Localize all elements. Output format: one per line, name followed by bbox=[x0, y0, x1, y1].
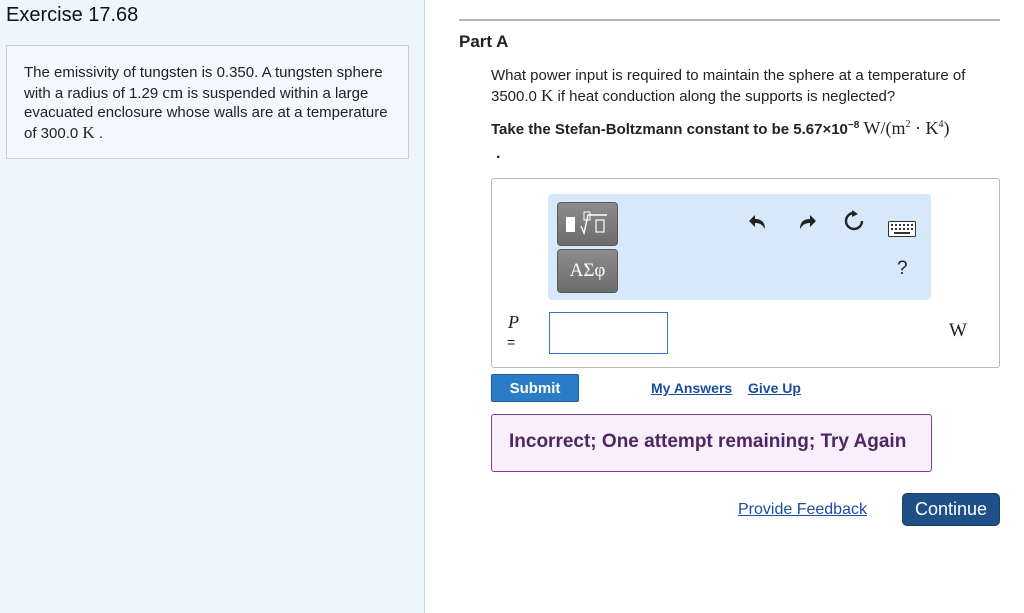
section-divider bbox=[459, 19, 1000, 21]
question-text: What power input is required to maintain… bbox=[491, 66, 1006, 107]
question-unit: K bbox=[541, 86, 554, 105]
equals-sign: = bbox=[507, 334, 516, 350]
answer-box: ΑΣφ ? P = W bbox=[491, 178, 1000, 368]
answer-variable: P bbox=[508, 312, 519, 332]
math-toolbar: ΑΣφ ? bbox=[548, 194, 931, 300]
constant-unit-c: ) bbox=[943, 118, 950, 138]
problem-statement: The emissivity of tungsten is 0.350. A t… bbox=[6, 45, 409, 159]
my-answers-link[interactable]: My Answers bbox=[651, 380, 732, 396]
template-button[interactable] bbox=[557, 202, 618, 246]
give-up-link[interactable]: Give Up bbox=[748, 380, 801, 396]
constant-unit-b: · K bbox=[910, 118, 939, 138]
help-button[interactable]: ? bbox=[897, 258, 908, 280]
answer-unit: W bbox=[949, 320, 967, 341]
undo-icon[interactable] bbox=[748, 212, 768, 236]
submit-button[interactable]: Submit bbox=[491, 374, 579, 402]
reset-icon[interactable] bbox=[843, 210, 865, 236]
templates-icon bbox=[565, 211, 607, 236]
question-text-2: if heat conduction along the supports is… bbox=[553, 88, 896, 105]
left-pane: Exercise 17.68 The emissivity of tungste… bbox=[0, 0, 425, 613]
exercise-title: Exercise 17.68 bbox=[6, 4, 139, 26]
constant-text: Take the Stefan-Boltzmann constant to be… bbox=[491, 118, 1011, 139]
problem-text-3: . bbox=[94, 124, 104, 142]
redo-icon[interactable] bbox=[797, 212, 817, 236]
keyboard-icon[interactable] bbox=[888, 219, 916, 241]
provide-feedback-link[interactable]: Provide Feedback bbox=[738, 501, 867, 519]
continue-button[interactable]: Continue bbox=[902, 493, 1000, 526]
feedback-message: Incorrect; One attempt remaining; Try Ag… bbox=[491, 414, 932, 472]
constant-unit-a: W/(m bbox=[859, 118, 906, 138]
greek-symbols-button[interactable]: ΑΣφ bbox=[557, 249, 618, 293]
unit-k: K bbox=[82, 122, 95, 142]
constant-exponent: −8 bbox=[847, 120, 860, 131]
answer-input[interactable] bbox=[549, 312, 668, 354]
part-title: Part A bbox=[459, 32, 509, 51]
trailing-dot: . bbox=[496, 145, 501, 162]
constant-label: Take the Stefan-Boltzmann constant to be… bbox=[491, 121, 848, 138]
constant-unit: W/(m2 · K4) bbox=[859, 118, 949, 138]
unit-cm: cm bbox=[162, 82, 184, 102]
